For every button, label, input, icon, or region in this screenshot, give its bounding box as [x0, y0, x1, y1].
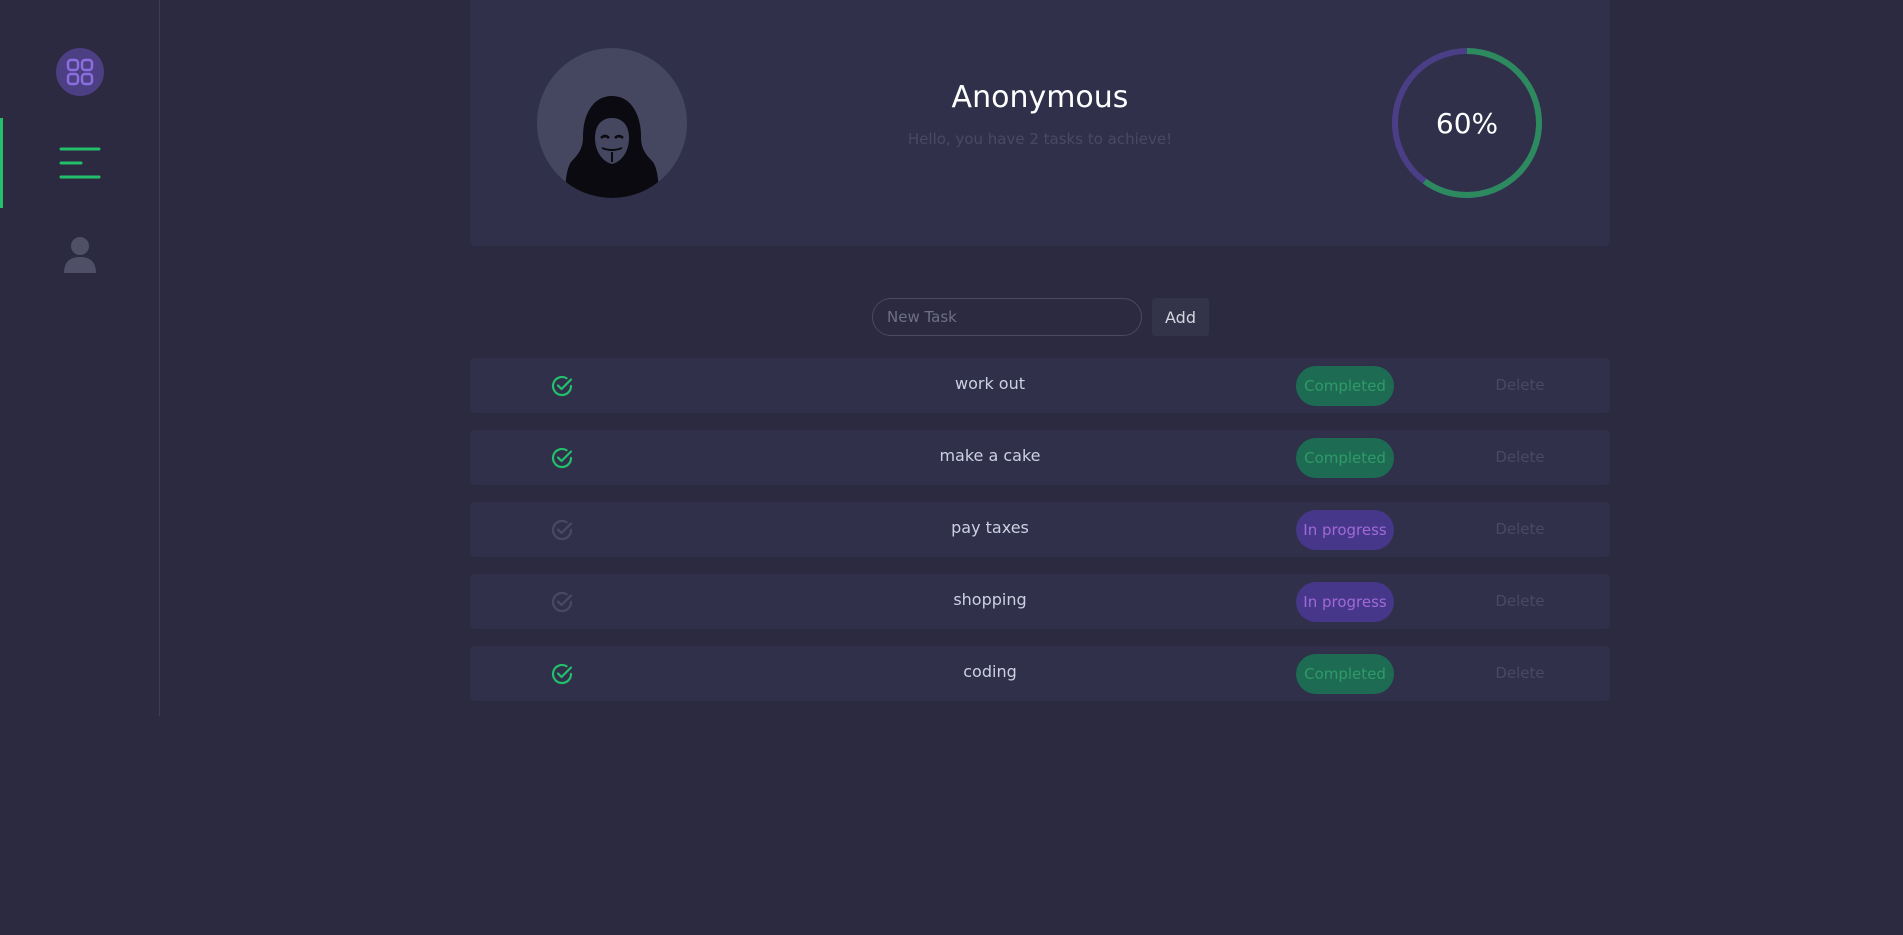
progress-percent: 60%: [1435, 106, 1499, 140]
delete-button[interactable]: Delete: [1480, 376, 1560, 394]
task-name: work out: [954, 374, 1025, 393]
status-badge[interactable]: In progress: [1296, 582, 1394, 622]
delete-button[interactable]: Delete: [1480, 664, 1560, 682]
anonymous-hacker-icon: [537, 48, 687, 198]
task-name: make a cake: [939, 446, 1041, 465]
task-name: pay taxes: [951, 518, 1029, 537]
task-row: work out Completed Delete: [470, 358, 1610, 413]
delete-button[interactable]: Delete: [1480, 592, 1560, 610]
sidebar-item-tasks[interactable]: [0, 118, 159, 208]
menu-icon: [59, 147, 100, 179]
profile-card: Anonymous Hello, you have 2 tasks to ach…: [470, 0, 1610, 246]
task-row: coding Completed Delete: [470, 646, 1610, 701]
task-row: shopping In progress Delete: [470, 574, 1610, 629]
check-icon[interactable]: [550, 518, 574, 542]
delete-button[interactable]: Delete: [1480, 520, 1560, 538]
add-task-button[interactable]: Add: [1152, 298, 1209, 336]
sidebar-item-apps[interactable]: [0, 47, 159, 97]
status-badge[interactable]: Completed: [1296, 366, 1394, 406]
check-icon[interactable]: [550, 590, 574, 614]
apps-icon: [55, 48, 104, 96]
status-badge[interactable]: In progress: [1296, 510, 1394, 550]
task-name: coding: [963, 662, 1017, 681]
sidebar: [0, 0, 160, 716]
delete-button[interactable]: Delete: [1480, 448, 1560, 466]
check-icon[interactable]: [550, 446, 574, 470]
task-name: shopping: [953, 590, 1027, 609]
status-badge[interactable]: Completed: [1296, 438, 1394, 478]
task-row: pay taxes In progress Delete: [470, 502, 1610, 557]
user-icon: [63, 237, 96, 273]
check-icon[interactable]: [550, 662, 574, 686]
new-task-input[interactable]: [872, 298, 1142, 336]
status-badge[interactable]: Completed: [1296, 654, 1394, 694]
check-icon[interactable]: [550, 374, 574, 398]
sidebar-item-profile[interactable]: [0, 230, 159, 280]
task-row: make a cake Completed Delete: [470, 430, 1610, 485]
